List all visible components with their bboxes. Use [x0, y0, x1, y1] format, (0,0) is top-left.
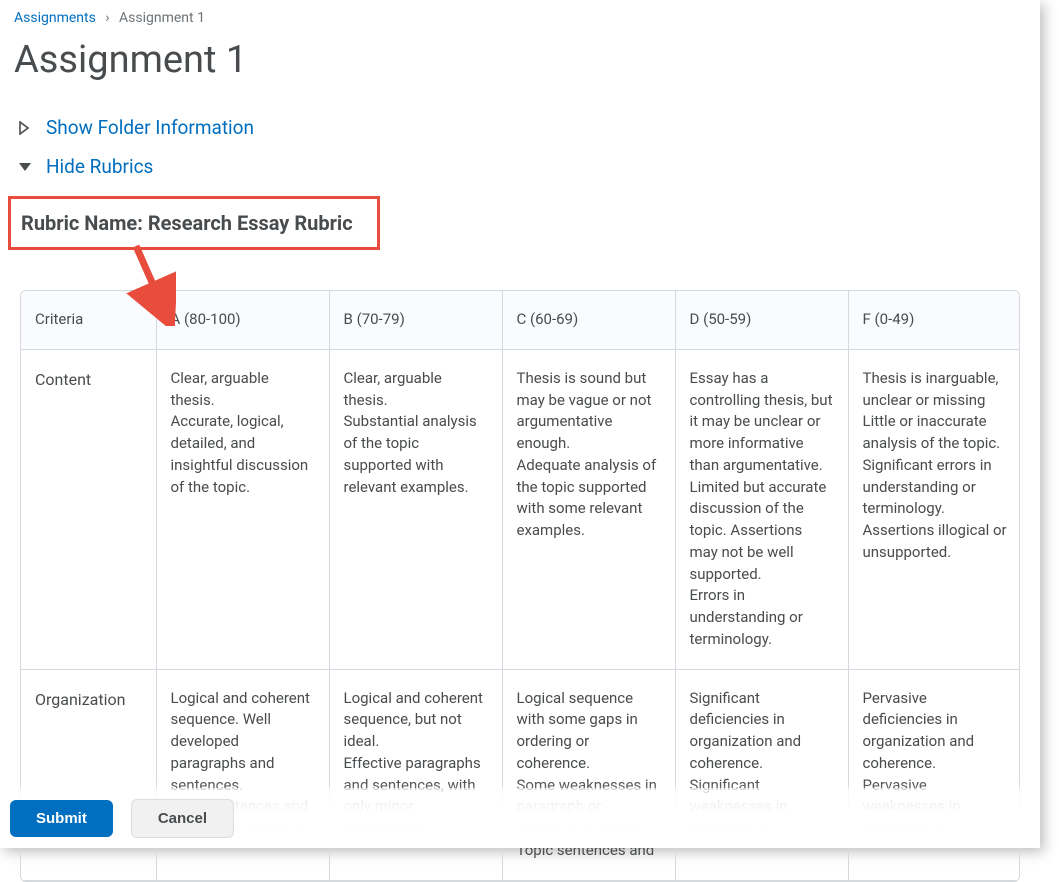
rubric-name-highlight: Rubric Name: Research Essay Rubric: [8, 196, 380, 250]
footer-action-bar: Submit Cancel: [0, 788, 1040, 848]
header-level-d: D (50-59): [675, 291, 848, 349]
cell-content-b[interactable]: Clear, arguable thesis.Substantial analy…: [329, 349, 502, 669]
cancel-button[interactable]: Cancel: [131, 799, 234, 838]
cell-organization-f[interactable]: Pervasive deficiencies in organization a…: [848, 669, 1020, 880]
breadcrumb: Assignments › Assignment 1: [0, 0, 1040, 32]
show-folder-info-label: Show Folder Information: [46, 116, 254, 139]
show-folder-info-toggle[interactable]: Show Folder Information: [0, 108, 1040, 147]
cell-organization-c[interactable]: Logical sequence with some gaps in order…: [502, 669, 675, 880]
breadcrumb-parent-link[interactable]: Assignments: [14, 10, 96, 26]
cell-content-a[interactable]: Clear, arguable thesis.Accurate, logical…: [156, 349, 329, 669]
header-level-a: A (80-100): [156, 291, 329, 349]
header-level-b: B (70-79): [329, 291, 502, 349]
criteria-organization: Organization: [21, 669, 156, 880]
chevron-right-icon: [18, 121, 38, 135]
page-title: Assignment 1: [0, 32, 1040, 108]
hide-rubrics-toggle[interactable]: Hide Rubrics: [0, 147, 1040, 186]
criteria-content: Content: [21, 349, 156, 669]
cell-content-d[interactable]: Essay has a controlling thesis, but it m…: [675, 349, 848, 669]
cell-organization-a[interactable]: Logical and coherent sequence. Well deve…: [156, 669, 329, 880]
submit-button[interactable]: Submit: [10, 800, 113, 837]
header-level-f: F (0-49): [848, 291, 1020, 349]
table-row: Organization Logical and coherent sequen…: [21, 669, 1020, 880]
chevron-down-icon: [18, 161, 38, 173]
hide-rubrics-label: Hide Rubrics: [46, 155, 153, 178]
cell-organization-d[interactable]: Significant deficiencies in organization…: [675, 669, 848, 880]
header-level-c: C (60-69): [502, 291, 675, 349]
cell-organization-b[interactable]: Logical and coherent sequence, but not i…: [329, 669, 502, 880]
cell-content-c[interactable]: Thesis is sound but may be vague or not …: [502, 349, 675, 669]
breadcrumb-separator: ›: [105, 10, 109, 26]
table-header-row: Criteria A (80-100) B (70-79) C (60-69) …: [21, 291, 1020, 349]
header-criteria: Criteria: [21, 291, 156, 349]
breadcrumb-current: Assignment 1: [119, 10, 205, 26]
cell-content-f[interactable]: Thesis is inarguable, unclear or missing…: [848, 349, 1020, 669]
table-row: Content Clear, arguable thesis.Accurate,…: [21, 349, 1020, 669]
rubric-name-text: Rubric Name: Research Essay Rubric: [21, 211, 353, 235]
